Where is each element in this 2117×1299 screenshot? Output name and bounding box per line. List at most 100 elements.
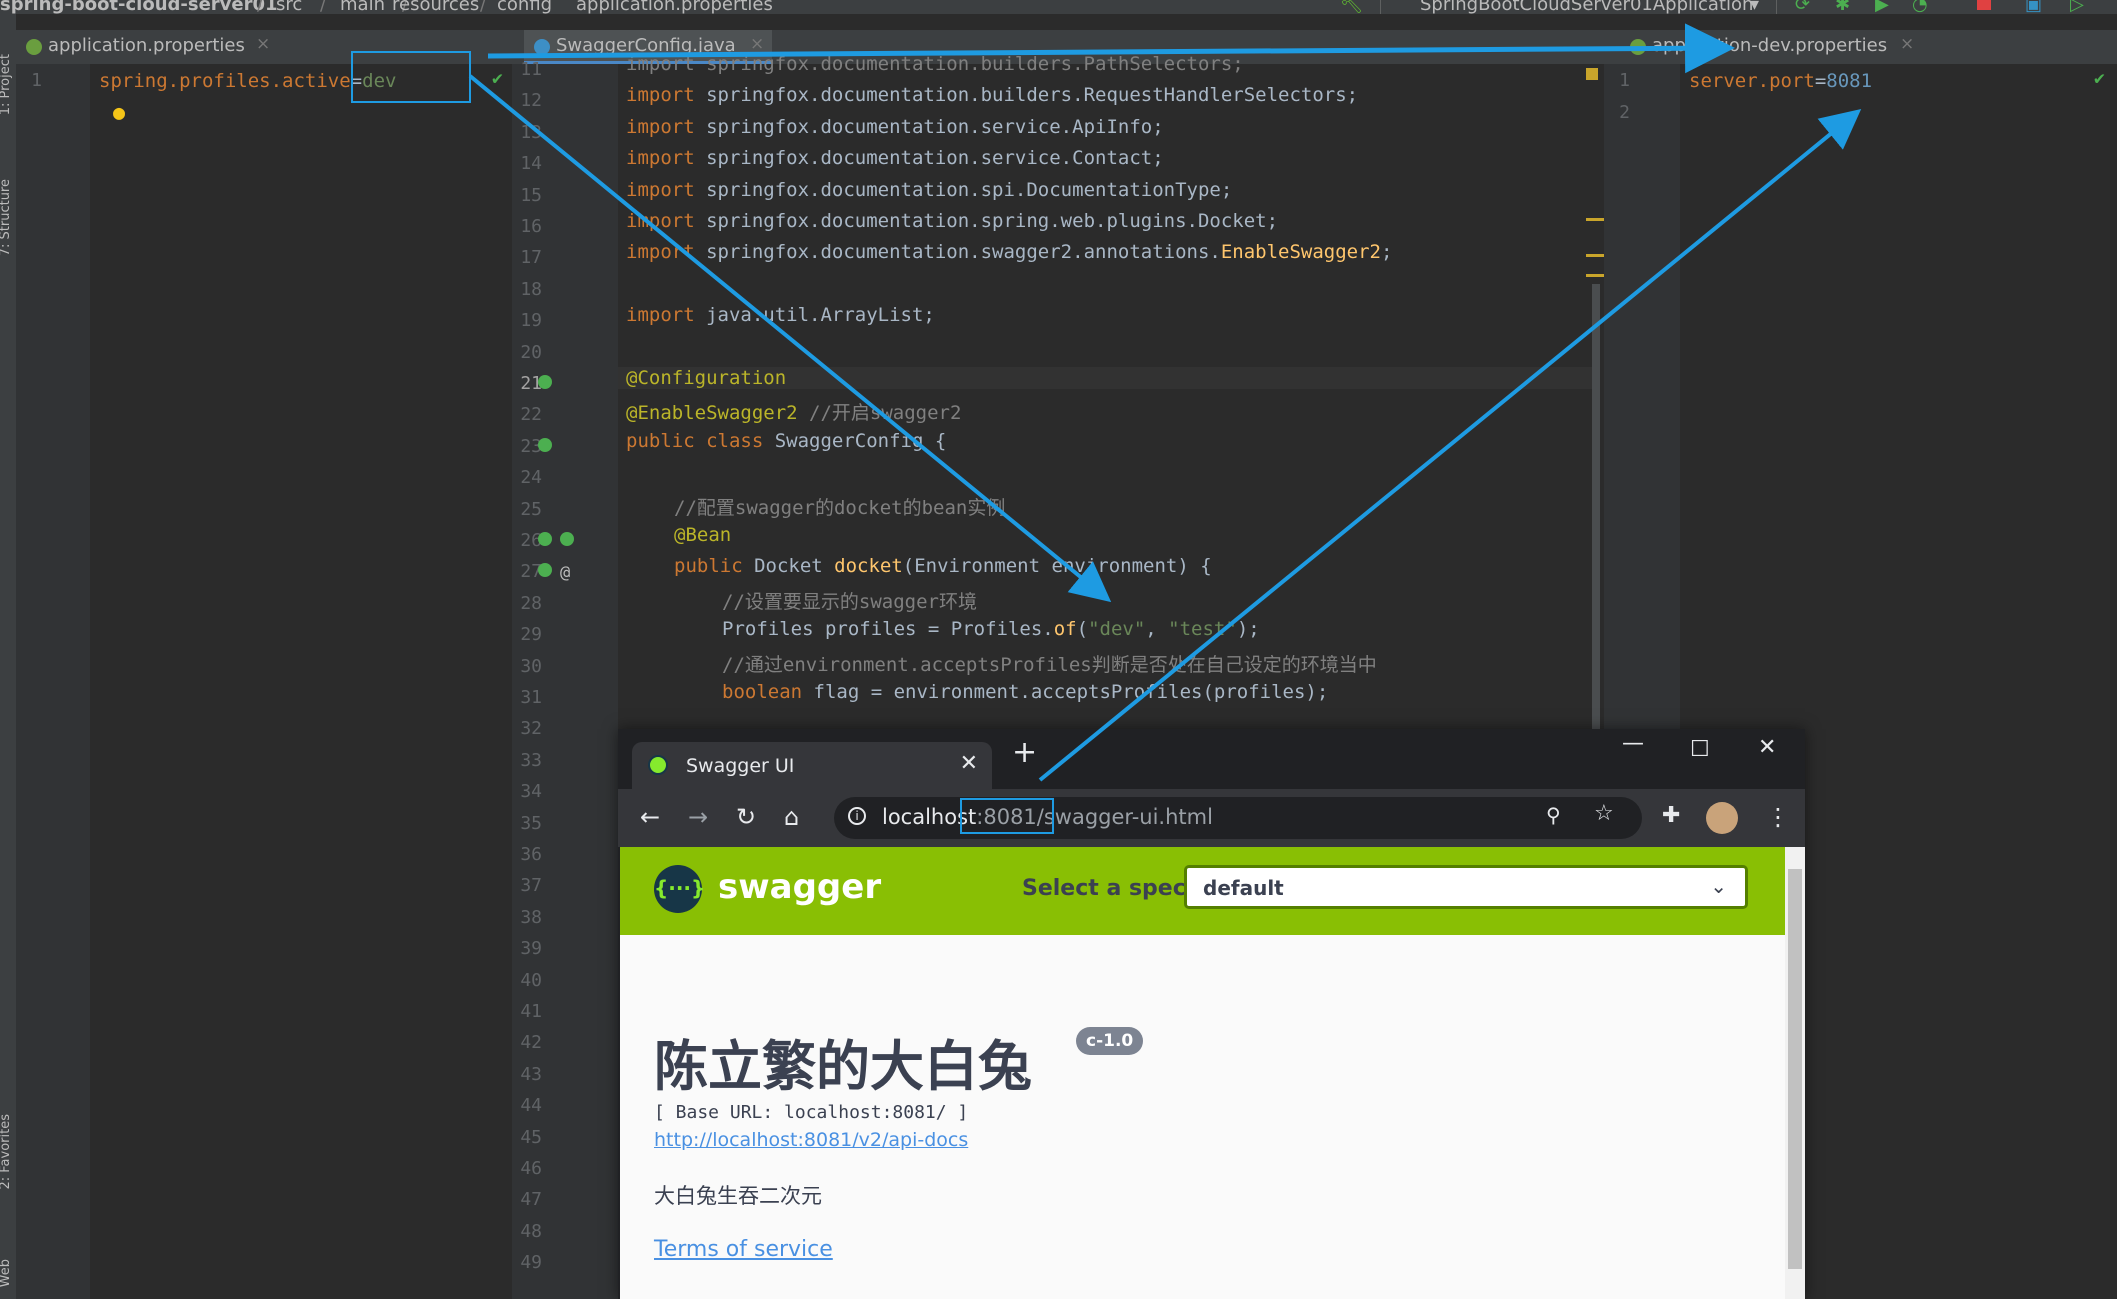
browser-tab[interactable]: Swagger UI ✕: [632, 742, 992, 789]
tab-application-properties[interactable]: application.properties ×: [16, 30, 282, 64]
extensions-puzzle-icon[interactable]: ✚: [1662, 803, 1680, 828]
lightbulb-icon[interactable]: ●: [113, 100, 125, 124]
property-key: spring.profiles.active: [99, 70, 351, 92]
line-number: 33: [520, 749, 542, 771]
scrollbar-thumb[interactable]: [1788, 869, 1802, 1269]
project-structure-icon[interactable]: ▣: [2025, 0, 2042, 14]
terms-of-service-link[interactable]: Terms of service: [654, 1237, 833, 1262]
chevron-down-icon: ▾: [1750, 0, 1760, 14]
editor-application-properties[interactable]: 1 spring.profiles.active=dev ● ✔: [16, 64, 512, 1299]
line-number: 34: [520, 781, 542, 803]
web-tool-button[interactable]: Web: [0, 1259, 13, 1287]
line-number: 44: [520, 1095, 542, 1117]
line-number: 24: [520, 467, 542, 489]
breadcrumb-project[interactable]: spring-boot-cloud-server01: [0, 0, 278, 14]
bean-icon[interactable]: [560, 532, 574, 546]
back-arrow-icon[interactable]: ←: [640, 803, 660, 831]
code-line: @Configuration: [618, 367, 1596, 389]
code-line: import springfox.documentation.builders.…: [626, 53, 1244, 75]
line-number: 48: [520, 1220, 542, 1242]
select-spec-label: Select a spec: [1022, 876, 1186, 901]
close-tab-icon[interactable]: ✕: [960, 751, 978, 776]
highlight-box-profile: [351, 51, 471, 103]
site-info-icon[interactable]: i: [848, 807, 866, 825]
swagger-page: {···} swagger Select a spec default ⌄ 陈立…: [620, 847, 1785, 1299]
warning-marker[interactable]: [1586, 274, 1604, 277]
structure-tool-button[interactable]: 7: Structure: [0, 179, 13, 256]
spec-select[interactable]: default ⌄: [1184, 865, 1748, 909]
api-docs-link[interactable]: http://localhost:8081/v2/api-docs: [654, 1129, 968, 1151]
run-anything-icon[interactable]: ▷: [2070, 0, 2084, 14]
breadcrumb-separator: /: [480, 0, 487, 14]
zoom-icon[interactable]: ⚲: [1546, 803, 1561, 827]
code-line: import springfox.documentation.spi.Docum…: [626, 178, 1233, 201]
line-number: 28: [520, 592, 542, 614]
line-number: 42: [520, 1032, 542, 1054]
line-number: 25: [520, 498, 542, 520]
home-icon[interactable]: ⌂: [784, 803, 799, 831]
bean-icon[interactable]: [538, 437, 552, 452]
bean-icon[interactable]: [538, 532, 552, 546]
page-scrollbar[interactable]: [1785, 847, 1805, 1299]
breadcrumb-src[interactable]: src: [276, 0, 302, 14]
bean-icon[interactable]: [538, 375, 552, 389]
new-tab-button[interactable]: +: [1012, 735, 1037, 770]
api-description: 大白兔生吞二次元: [654, 1184, 822, 1208]
breadcrumb-separator: /: [257, 0, 264, 14]
close-icon[interactable]: ×: [256, 34, 270, 54]
warning-marker[interactable]: [1586, 218, 1604, 221]
reload-icon[interactable]: ↻: [736, 803, 756, 831]
forward-arrow-icon[interactable]: →: [688, 803, 708, 831]
bookmark-star-icon[interactable]: ☆: [1594, 801, 1614, 826]
line-number: 1: [1619, 70, 1630, 91]
tab-application-dev-properties[interactable]: application-dev.properties ×: [1620, 30, 1926, 64]
java-class-icon: [534, 39, 550, 55]
property-key: server.port: [1689, 70, 1815, 92]
breadcrumb-resources[interactable]: resources: [392, 0, 479, 14]
code-line: import springfox.documentation.spring.we…: [626, 210, 1279, 232]
swagger-brand[interactable]: swagger: [718, 867, 881, 907]
more-menu-icon[interactable]: ⋮: [1766, 803, 1790, 831]
bean-icon[interactable]: [538, 563, 552, 578]
line-number: 39: [520, 938, 542, 960]
build-hammer-icon[interactable]: 🔨︎: [1340, 0, 1363, 14]
profile-icon[interactable]: ◔: [1912, 0, 1928, 14]
version-badge: c-1.0: [1076, 1027, 1144, 1055]
warning-marker[interactable]: [1586, 254, 1604, 257]
close-window-button[interactable]: ✕: [1758, 735, 1776, 760]
spec-select-value: default: [1203, 876, 1284, 900]
swagger-favicon-icon: [648, 755, 668, 775]
profile-avatar[interactable]: [1706, 802, 1738, 834]
maximize-button[interactable]: ☐: [1690, 737, 1710, 762]
run-coverage-icon[interactable]: ▶: [1875, 0, 1889, 14]
warning-marker[interactable]: [1586, 68, 1598, 80]
code-line: //通过environment.acceptsProfiles判断是否处在自己设…: [722, 653, 1377, 676]
line-number: 20: [520, 341, 542, 363]
code-line: server.port=8081: [1689, 70, 1872, 92]
address-bar[interactable]: i localhost:8081/swagger-ui.html ⚲ ☆: [834, 797, 1642, 839]
line-number: 43: [520, 1063, 542, 1085]
properties-file-icon: [26, 39, 42, 55]
breadcrumb-config[interactable]: config: [497, 0, 552, 14]
minimize-button[interactable]: —: [1622, 731, 1644, 756]
at-icon[interactable]: @: [560, 563, 574, 583]
line-number: 46: [520, 1158, 542, 1179]
swagger-logo-icon[interactable]: {···}: [654, 865, 705, 913]
code-line: boolean flag = environment.acceptsProfil…: [722, 681, 1329, 703]
close-icon[interactable]: ×: [750, 34, 764, 54]
api-title: 陈立繁的大白兔: [654, 1035, 1032, 1098]
favorites-tool-button[interactable]: 2: Favorites: [0, 1114, 13, 1190]
code-line: @Bean: [674, 524, 732, 546]
debug-icon[interactable]: ✱: [1835, 0, 1850, 14]
breadcrumb-main[interactable]: main: [340, 0, 385, 14]
rerun-icon[interactable]: ⟳: [1795, 0, 1810, 14]
code-line: public class SwaggerConfig {: [626, 429, 947, 452]
breadcrumb-file[interactable]: application.properties: [576, 0, 773, 14]
close-icon[interactable]: ×: [1900, 34, 1914, 54]
base-url: [ Base URL: localhost:8081/ ]: [654, 1102, 969, 1123]
line-number: 15: [520, 184, 542, 206]
line-number: 12: [520, 90, 542, 112]
highlight-box-port: [960, 798, 1054, 834]
project-tool-button[interactable]: 1: Project: [0, 54, 13, 115]
stop-icon[interactable]: [1977, 0, 1991, 10]
